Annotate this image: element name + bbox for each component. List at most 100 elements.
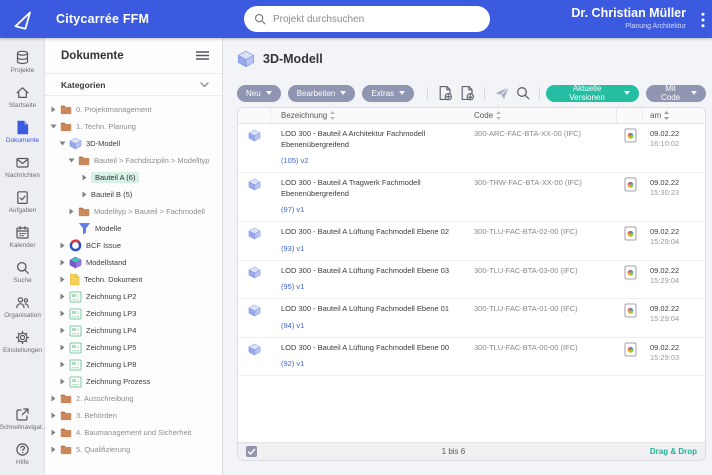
caret-right-icon[interactable] — [59, 327, 66, 334]
column-header-code[interactable]: Code — [474, 108, 617, 123]
caret-right-icon[interactable] — [50, 395, 57, 402]
caret-right-icon[interactable] — [59, 310, 66, 317]
project-search[interactable] — [244, 6, 490, 32]
viewer-cell — [617, 299, 643, 337]
version-link[interactable]: (92) v1 — [281, 359, 304, 370]
model-viewer-icon[interactable] — [624, 226, 637, 260]
caret-down-icon[interactable] — [50, 124, 57, 129]
tree-item-label: Modellstand — [86, 258, 126, 267]
model-viewer-icon[interactable] — [624, 342, 637, 376]
tree-item[interactable]: 4. Baumanagement und Sicherheit — [45, 424, 222, 441]
tree-item[interactable]: 2. Ausschreibung — [45, 390, 222, 407]
tree-item[interactable]: Techn. Dokument — [45, 271, 222, 288]
tree-item[interactable]: Bauteil A (6) — [45, 169, 222, 186]
sidebar-item-startseite[interactable]: Startseite — [0, 79, 45, 114]
sidebar-item-suche[interactable]: Suche — [0, 254, 45, 289]
table-row[interactable]: LOD 300 - Bauteil A Lüftung Fachmodell E… — [238, 338, 705, 377]
caret-right-icon[interactable] — [68, 208, 75, 215]
viewer-cell — [617, 338, 643, 376]
sidebar-item-kalender[interactable]: Kalender — [0, 219, 45, 254]
send-icon[interactable] — [494, 86, 510, 100]
caret-right-icon[interactable] — [50, 446, 57, 453]
document-name-cell: LOD 300 - Bauteil A Lüftung Fachmodell E… — [271, 299, 474, 337]
tree-item[interactable]: Zeichnung LP8 — [45, 356, 222, 373]
table-row[interactable]: LOD 300 - Bauteil A Lüftung Fachmodell E… — [238, 222, 705, 261]
caret-right-icon[interactable] — [59, 293, 66, 300]
caret-right-icon[interactable] — [59, 361, 66, 368]
tree-item[interactable]: Modelltyp > Bauteil > Fachmodell — [45, 203, 222, 220]
table-search-icon[interactable] — [516, 86, 530, 100]
model-viewer-icon[interactable] — [624, 265, 637, 299]
sidebar-item-aufgaben[interactable]: Aufgaben — [0, 184, 45, 219]
tree-item[interactable]: Bauteil B (5) — [45, 186, 222, 203]
caret-down-icon[interactable] — [68, 158, 75, 163]
version-link[interactable]: (95) v1 — [281, 282, 304, 293]
version-link[interactable]: (105) v2 — [281, 156, 309, 167]
panel-menu-icon[interactable] — [196, 51, 209, 60]
sidebar-item-hilfe[interactable]: Hilfe — [0, 436, 45, 471]
tree-item[interactable]: Modellstand — [45, 254, 222, 271]
bcf-icon — [69, 239, 82, 252]
aktuelle-versionen-filter[interactable]: Aktuelle Versionen — [546, 85, 639, 102]
app-logo-icon[interactable] — [10, 6, 36, 32]
caret-right-icon[interactable] — [59, 259, 66, 266]
overflow-menu-icon[interactable] — [701, 12, 705, 28]
caret-right-icon[interactable] — [50, 429, 57, 436]
caret-right-icon[interactable] — [50, 106, 57, 113]
document-code: 300-ARC-FAC-BTA-XX-00 (IFC) — [474, 124, 617, 172]
tree-item[interactable]: Modelle — [45, 220, 222, 237]
folder-icon — [60, 410, 72, 421]
caret-right-icon[interactable] — [59, 344, 66, 351]
add-document-icon[interactable] — [437, 85, 453, 101]
table-row[interactable]: LOD 300 - Bauteil A Architektur Fachmode… — [238, 124, 705, 173]
neu-button[interactable]: Neu — [237, 85, 281, 102]
table-row[interactable]: LOD 300 - Bauteil A Lüftung Fachmodell E… — [238, 299, 705, 338]
tree-item[interactable]: 3. Behörden — [45, 407, 222, 424]
kategorien-section-header[interactable]: Kategorien — [45, 74, 222, 96]
column-header-am[interactable]: am — [643, 108, 705, 123]
caret-right-icon[interactable] — [50, 412, 57, 419]
project-search-input[interactable] — [273, 14, 480, 25]
caret-right-icon[interactable] — [81, 191, 88, 198]
model-viewer-icon[interactable] — [624, 303, 637, 337]
tree-item[interactable]: Zeichnung LP4 — [45, 322, 222, 339]
user-menu[interactable]: Dr. Christian Müller Planung Architektur — [571, 5, 686, 30]
tree-item[interactable]: Zeichnung LP2 — [45, 288, 222, 305]
select-all-checkbox[interactable] — [246, 446, 257, 457]
caret-right-icon[interactable] — [81, 174, 88, 181]
tree-item[interactable]: 5. Qualifizierung — [45, 441, 222, 458]
model-cube-icon — [248, 266, 261, 299]
tree-item[interactable]: 1. Techn. Planung — [45, 118, 222, 135]
caret-right-icon[interactable] — [59, 378, 66, 385]
add-version-icon[interactable] — [459, 85, 475, 101]
tree-item[interactable]: Bauteil > Fachdisziplin > Modelltyp — [45, 152, 222, 169]
tree-item[interactable]: BCF Issue — [45, 237, 222, 254]
tree-item[interactable]: Zeichnung Prozess — [45, 373, 222, 390]
sidebar-item-nachrichten[interactable]: Nachrichten — [0, 149, 45, 184]
sidebar-item-dokumente[interactable]: Dokumente — [0, 114, 45, 149]
table-row[interactable]: LOD 300 - Bauteil A Tragwerk Fachmodell … — [238, 173, 705, 222]
sidebar-item-organisation[interactable]: Organisation — [0, 289, 45, 324]
caret-right-icon[interactable] — [59, 276, 66, 283]
model-viewer-icon[interactable] — [624, 128, 637, 172]
sidebar-item-schnellnavigation[interactable]: Schnellnavigat.. — [0, 401, 45, 436]
mit-code-filter[interactable]: Mit Code — [646, 85, 706, 102]
tree-item[interactable]: 0. Projektmanagement — [45, 101, 222, 118]
version-link[interactable]: (97) v1 — [281, 205, 304, 216]
user-role: Planung Architektur — [571, 23, 686, 30]
model-viewer-icon[interactable] — [624, 177, 637, 221]
table-row[interactable]: LOD 300 - Bauteil A Lüftung Fachmodell E… — [238, 261, 705, 300]
caret-down-icon[interactable] — [59, 141, 66, 146]
extras-button[interactable]: Extras — [362, 85, 414, 102]
caret-right-icon[interactable] — [59, 242, 66, 249]
tree-item[interactable]: Zeichnung LP3 — [45, 305, 222, 322]
column-header-bezeichnung[interactable]: Bezeichnung — [271, 108, 474, 123]
bearbeiten-button[interactable]: Bearbeiten — [288, 85, 356, 102]
version-link[interactable]: (93) v1 — [281, 244, 304, 255]
sidebar-item-einstellungen[interactable]: Einstellungen — [0, 324, 45, 359]
sidebar-item-projekte[interactable]: Projekte — [0, 44, 45, 79]
tree-item[interactable]: Zeichnung LP5 — [45, 339, 222, 356]
version-link[interactable]: (94) v1 — [281, 321, 304, 332]
upload-date: 09.02.22 — [650, 343, 705, 353]
tree-item[interactable]: 3D-Modell — [45, 135, 222, 152]
